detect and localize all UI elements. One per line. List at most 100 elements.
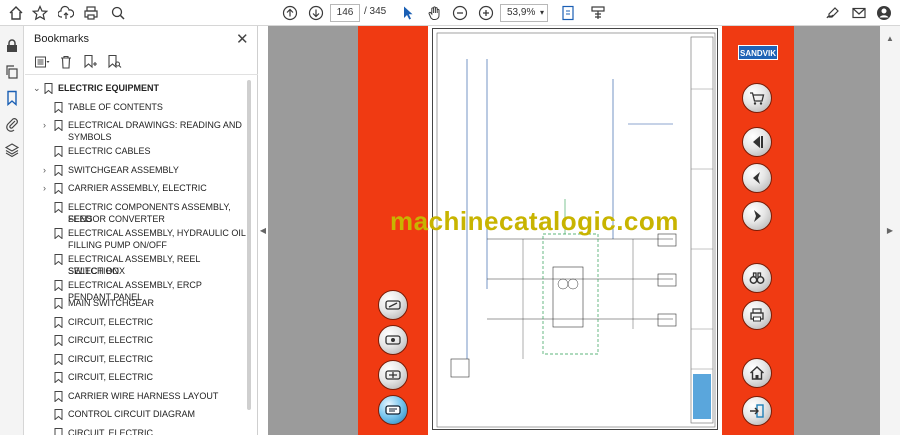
document-viewport: SANDVIK machinecatalogic.com bbox=[268, 26, 880, 435]
pointer-icon[interactable] bbox=[398, 3, 418, 23]
bookmark-label: MAIN SWITCHGEAR bbox=[68, 298, 155, 308]
bookmark-label: CARRIER WIRE HARNESS LAYOUT bbox=[68, 390, 219, 401]
bookmark-flag-icon bbox=[54, 279, 63, 292]
delete-bookmark-icon[interactable] bbox=[58, 54, 76, 70]
bookmark-icon[interactable] bbox=[4, 90, 20, 107]
toolbar: 146 / 345 53,9% ▾ bbox=[0, 0, 900, 26]
bookmark-flag-icon bbox=[54, 335, 63, 347]
cart-icon[interactable] bbox=[742, 83, 772, 113]
right-nav-strip: SANDVIK bbox=[722, 26, 794, 435]
bookmark-flag-icon bbox=[54, 253, 63, 266]
copy-icon[interactable] bbox=[4, 64, 20, 80]
zoom-value: 53,9% bbox=[507, 7, 536, 18]
watermark: machinecatalogic.com bbox=[390, 206, 679, 236]
chevron-down-icon: ▾ bbox=[539, 8, 544, 17]
print-icon[interactable] bbox=[81, 3, 101, 23]
bookmark-flag-icon bbox=[54, 101, 63, 114]
bookmark-label: CARRIER ASSEMBLY, ELECTRIC bbox=[68, 183, 207, 193]
divider bbox=[25, 74, 258, 75]
zoom-search-icon[interactable] bbox=[108, 3, 128, 23]
binoculars-icon[interactable] bbox=[742, 263, 772, 293]
scroll-mode-icon[interactable] bbox=[588, 3, 608, 23]
bookmark-flag-icon bbox=[54, 372, 63, 384]
home-icon[interactable] bbox=[6, 3, 26, 23]
bookmark-flag-icon bbox=[54, 316, 63, 329]
page-down-icon[interactable] bbox=[306, 3, 326, 23]
lock-icon[interactable] bbox=[4, 38, 20, 54]
bookmark-label: CIRCUIT, ELECTRIC bbox=[68, 316, 154, 327]
bookmark-label: SWITCHGEAR ASSEMBLY bbox=[68, 164, 179, 175]
brand-logo: SANDVIK bbox=[738, 45, 778, 60]
chevron-right-icon[interactable]: › bbox=[43, 119, 53, 131]
bookmark-label: ELECTRIC CABLES bbox=[68, 146, 151, 156]
gauge-icon[interactable] bbox=[378, 325, 408, 355]
bookmark-flag-icon bbox=[54, 164, 63, 177]
tools-icon[interactable] bbox=[378, 360, 408, 390]
exit-icon[interactable] bbox=[742, 396, 772, 426]
collapse-left-handle[interactable]: ◀ bbox=[259, 220, 267, 240]
manual-icon[interactable] bbox=[378, 395, 408, 425]
bookmark-flag-icon bbox=[44, 83, 53, 95]
bookmark-label: ELECTRIC EQUIPMENT bbox=[58, 83, 160, 93]
hand-icon[interactable] bbox=[424, 3, 444, 23]
bookmark-label: TABLE OF CONTENTS bbox=[68, 101, 163, 112]
zoom-select[interactable]: 53,9% ▾ bbox=[500, 4, 548, 22]
collapse-right-handle[interactable]: ▶ bbox=[886, 220, 894, 240]
sign-icon[interactable] bbox=[823, 3, 843, 23]
previous-icon[interactable] bbox=[742, 163, 772, 193]
left-rail bbox=[0, 26, 24, 435]
bookmark-label-line2: SWITCH BOX bbox=[68, 265, 126, 276]
bookmark-flag-icon bbox=[54, 298, 63, 310]
page-up-icon[interactable] bbox=[280, 3, 300, 23]
fit-page-icon[interactable] bbox=[558, 3, 578, 23]
new-bookmark-icon[interactable] bbox=[82, 54, 100, 70]
bookmark-label: ELECTRICAL ASSEMBLY, HYDRAULIC OIL bbox=[68, 227, 246, 238]
close-icon[interactable]: ✕ bbox=[236, 30, 249, 48]
page-number-input[interactable]: 146 bbox=[330, 4, 360, 22]
bookmark-label-line2: SENSOR CONVERTER bbox=[68, 213, 165, 224]
chevron-down-icon[interactable]: ⌄ bbox=[33, 82, 43, 94]
chevron-up-icon[interactable]: ▲ bbox=[886, 28, 894, 48]
layers-icon[interactable] bbox=[4, 142, 20, 158]
page-total: / 345 bbox=[364, 6, 387, 17]
options-menu-icon[interactable] bbox=[34, 54, 52, 70]
account-icon[interactable] bbox=[874, 3, 894, 23]
right-gutter: ▲ ▶ bbox=[880, 26, 900, 435]
bookmark-flag-icon bbox=[54, 409, 63, 421]
bookmark-flag-icon bbox=[54, 120, 63, 132]
bookmarks-title: Bookmarks bbox=[34, 33, 90, 45]
bookmark-label: CONTROL CIRCUIT DIAGRAM bbox=[68, 409, 196, 419]
zoom-in-icon[interactable] bbox=[476, 3, 496, 23]
bookmark-flag-icon bbox=[54, 183, 63, 195]
paperclip-icon[interactable] bbox=[4, 116, 20, 132]
first-page-icon[interactable] bbox=[742, 127, 772, 157]
bookmark-label: CIRCUIT, ELECTRIC bbox=[68, 427, 154, 435]
email-icon[interactable] bbox=[849, 3, 869, 23]
chevron-right-icon[interactable]: › bbox=[43, 164, 53, 176]
bookmark-label: CIRCUIT, ELECTRIC bbox=[68, 372, 154, 382]
bookmark-flag-icon bbox=[54, 201, 63, 214]
bookmark-label: ELECTRICAL DRAWINGS: READING AND bbox=[68, 120, 242, 130]
next-icon[interactable] bbox=[742, 201, 772, 231]
bookmark-flag-icon bbox=[54, 353, 63, 366]
star-icon[interactable] bbox=[30, 3, 50, 23]
document-page: SANDVIK machinecatalogic.com bbox=[358, 26, 794, 435]
bookmark-flag-icon bbox=[54, 427, 63, 435]
wrench-icon[interactable] bbox=[378, 290, 408, 320]
bookmark-flag-icon bbox=[54, 227, 63, 240]
bookmark-label: CIRCUIT, ELECTRIC bbox=[68, 335, 154, 345]
scrollbar[interactable] bbox=[247, 80, 251, 410]
bookmark-flag-icon bbox=[54, 146, 63, 158]
bookmark-label-line2: SYMBOLS bbox=[68, 132, 112, 142]
bookmarks-panel: Bookmarks ✕ ⌄ ELECTRIC EQUIPMENT TABLE OF … bbox=[25, 26, 258, 435]
bookmark-flag-icon bbox=[54, 390, 63, 403]
upload-icon[interactable] bbox=[56, 3, 76, 23]
chevron-right-icon[interactable]: › bbox=[43, 182, 53, 194]
bookmark-label-line2: FILLING PUMP ON/OFF bbox=[68, 239, 167, 250]
bookmark-label: CIRCUIT, ELECTRIC bbox=[68, 353, 154, 364]
print-page-icon[interactable] bbox=[742, 300, 772, 330]
bookmarks-tools bbox=[34, 54, 124, 70]
zoom-out-icon[interactable] bbox=[450, 3, 470, 23]
find-bookmark-icon[interactable] bbox=[106, 54, 124, 70]
home-nav-icon[interactable] bbox=[742, 358, 772, 388]
